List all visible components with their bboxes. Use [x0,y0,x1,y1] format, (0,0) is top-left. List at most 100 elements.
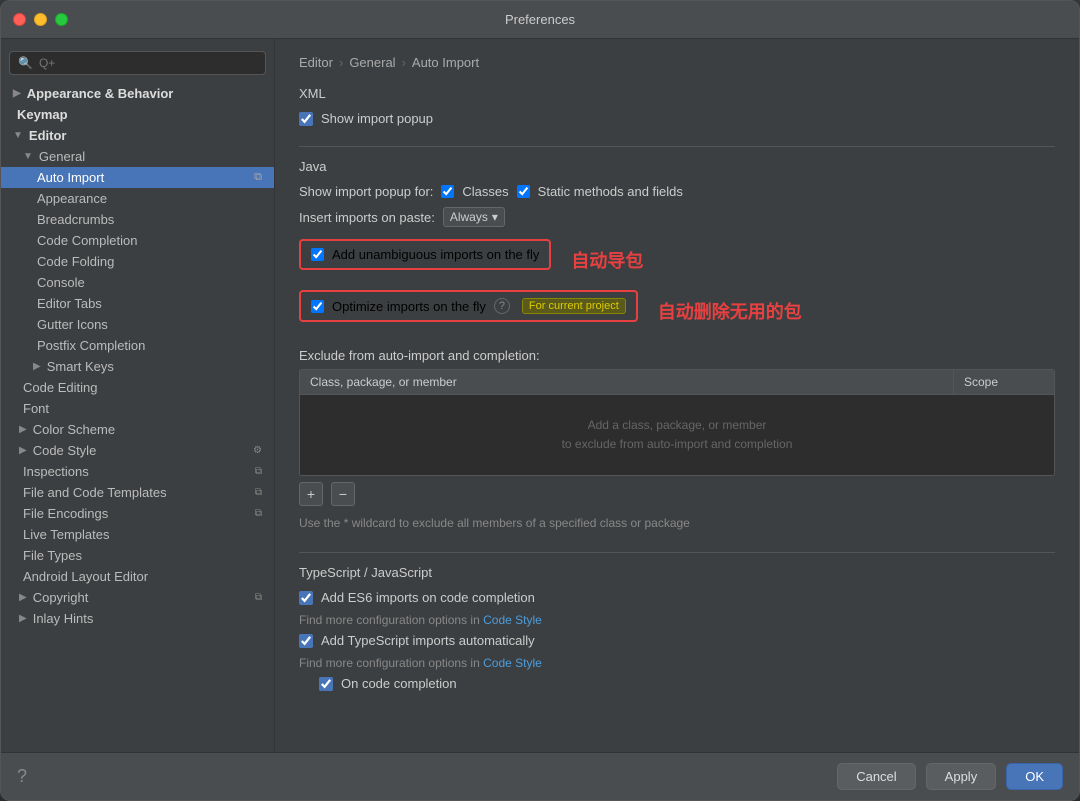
insert-imports-select[interactable]: Always ▾ [443,207,505,227]
copy-icon-4: ⧉ [255,508,262,519]
settings-icon: ⚙ [253,445,262,456]
auto-import-box: Add unambiguous imports on the fly [299,239,551,270]
breadcrumb-sep-2: › [402,55,406,70]
wildcard-note: Use the * wildcard to exclude all member… [299,514,1055,532]
optimize-imports-box: Optimize imports on the fly ? For curren… [299,290,638,322]
breadcrumb-editor: Editor [299,55,333,70]
apply-button[interactable]: Apply [926,763,997,790]
chevron-down-icon-2: ▼ [23,151,33,162]
classes-checkbox[interactable] [441,185,454,198]
chevron-right-icon-ih: ▶ [19,613,27,624]
help-button[interactable]: ? [17,766,27,787]
search-icon: 🔍 [18,56,33,70]
add-ts-label: Add TypeScript imports automatically [321,633,535,648]
auto-import-annotation: 自动导包 [571,247,643,273]
chevron-right-icon-smart: ▶ [33,361,41,372]
show-import-popup-java-row: Show import popup for: Classes Static me… [299,184,1055,199]
sidebar-item-inlay-hints[interactable]: ▶ Inlay Hints [1,608,274,629]
on-code-completion-label: On code completion [341,676,457,691]
on-code-completion-checkbox[interactable] [319,677,333,691]
minimize-button[interactable] [34,13,47,26]
sidebar-item-console[interactable]: Console [1,272,274,293]
exclude-label: Exclude from auto-import and completion: [299,348,1055,363]
exclude-empty-text: Add a class, package, or member to exclu… [562,416,793,454]
sidebar-item-android-layout-editor[interactable]: Android Layout Editor [1,566,274,587]
maximize-button[interactable] [55,13,68,26]
sidebar-item-file-encodings[interactable]: File Encodings ⧉ [1,503,274,524]
sidebar-item-file-code-templates[interactable]: File and Code Templates ⧉ [1,482,274,503]
sidebar-item-inspections[interactable]: Inspections ⧉ [1,461,274,482]
xml-section: XML Show import popup [299,86,1055,126]
code-style-link-1[interactable]: Code Style [483,613,542,627]
typescript-section: TypeScript / JavaScript Add ES6 imports … [299,565,1055,691]
sidebar-item-general[interactable]: ▼ General [1,146,274,167]
sidebar-item-appearance-behavior[interactable]: ▶ Appearance & Behavior [1,83,274,104]
xml-section-title: XML [299,86,1055,101]
insert-imports-value: Always [450,210,488,224]
code-style-link-2[interactable]: Code Style [483,656,542,670]
add-es6-label: Add ES6 imports on code completion [321,590,535,605]
sidebar-item-keymap[interactable]: Keymap [1,104,274,125]
table-actions: + − [299,482,1055,506]
sidebar-item-auto-import[interactable]: Auto Import ⧉ [1,167,274,188]
breadcrumb-auto-import: Auto Import [412,55,479,70]
breadcrumb-general: General [349,55,395,70]
add-ts-checkbox[interactable] [299,634,313,648]
optimize-annotation: 自动删除无用的包 [658,298,802,324]
exclude-table-header: Class, package, or member Scope [300,370,1054,395]
sidebar-item-code-folding[interactable]: Code Folding [1,251,274,272]
sidebar-item-breadcrumbs[interactable]: Breadcrumbs [1,209,274,230]
search-input[interactable] [39,56,257,70]
auto-import-checkbox[interactable] [311,248,324,261]
breadcrumb-sep-1: › [339,55,343,70]
find-more-ts-note: Find more configuration options in Code … [299,656,1055,670]
show-import-popup-row: Show import popup [299,111,1055,126]
insert-imports-row: Insert imports on paste: Always ▾ [299,207,1055,227]
sidebar-item-live-templates[interactable]: Live Templates [1,524,274,545]
java-section-title: Java [299,159,1055,174]
show-import-popup-checkbox[interactable] [299,112,313,126]
sidebar-item-code-completion[interactable]: Code Completion [1,230,274,251]
col-scope: Scope [954,370,1054,394]
classes-label: Classes [462,184,508,199]
sidebar: 🔍 ▶ Appearance & Behavior Keymap ▼ Edito… [1,39,275,752]
show-import-popup-java-label: Show import popup for: [299,184,433,199]
sidebar-item-smart-keys[interactable]: ▶ Smart Keys [1,356,274,377]
sidebar-item-font[interactable]: Font [1,398,274,419]
help-icon[interactable]: ? [494,298,510,314]
sidebar-item-editor-tabs[interactable]: Editor Tabs [1,293,274,314]
chevron-right-icon: ▶ [13,88,21,99]
sidebar-item-code-style[interactable]: ▶ Code Style ⚙ [1,440,274,461]
sidebar-item-code-editing[interactable]: Code Editing [1,377,274,398]
add-es6-checkbox[interactable] [299,591,313,605]
sidebar-item-copyright[interactable]: ▶ Copyright ⧉ [1,587,274,608]
cancel-button[interactable]: Cancel [837,763,915,790]
sidebar-item-gutter-icons[interactable]: Gutter Icons [1,314,274,335]
on-code-completion-row: On code completion [299,676,1055,691]
sidebar-item-color-scheme[interactable]: ▶ Color Scheme [1,419,274,440]
close-button[interactable] [13,13,26,26]
preferences-window: Preferences 🔍 ▶ Appearance & Behavior Ke… [0,0,1080,801]
copy-icon: ⧉ [254,171,262,184]
breadcrumb: Editor › General › Auto Import [299,55,1055,70]
java-section: Java Show import popup for: Classes Stat… [299,159,1055,532]
static-methods-checkbox[interactable] [517,185,530,198]
static-methods-label: Static methods and fields [538,184,683,199]
remove-exclude-button[interactable]: − [331,482,355,506]
optimize-imports-checkbox[interactable] [311,300,324,313]
sidebar-item-postfix-completion[interactable]: Postfix Completion [1,335,274,356]
window-title: Preferences [505,12,575,27]
exclude-table-body: Add a class, package, or member to exclu… [300,395,1054,475]
chevron-right-icon-copy: ▶ [19,592,27,603]
sidebar-item-editor[interactable]: ▼ Editor [1,125,274,146]
add-ts-row: Add TypeScript imports automatically [299,633,1055,648]
for-current-project-label: For current project [522,298,626,314]
sidebar-item-appearance[interactable]: Appearance [1,188,274,209]
ok-button[interactable]: OK [1006,763,1063,790]
copy-icon-2: ⧉ [255,466,262,477]
traffic-lights [13,13,68,26]
divider-1 [299,146,1055,147]
chevron-right-icon-css: ▶ [19,445,27,456]
add-exclude-button[interactable]: + [299,482,323,506]
sidebar-item-file-types[interactable]: File Types [1,545,274,566]
